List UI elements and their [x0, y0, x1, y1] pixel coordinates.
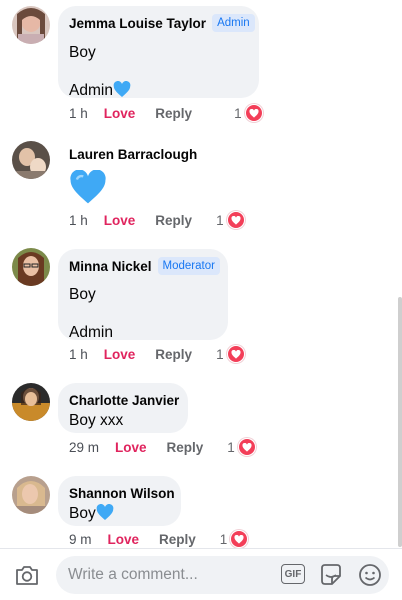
avatar[interactable]: [12, 6, 50, 44]
moderator-badge: Moderator: [157, 257, 220, 275]
comment-bubble[interactable]: Charlotte Janvier Boy xxx: [58, 383, 188, 433]
comment-author[interactable]: Jemma Louise Taylor: [69, 16, 206, 31]
heart-reaction-icon: [244, 104, 263, 122]
reply-button[interactable]: Reply: [155, 106, 192, 121]
comment-time[interactable]: 1 h: [69, 347, 88, 362]
comment-line: Boy: [69, 44, 96, 61]
love-button[interactable]: Love: [108, 532, 140, 547]
comment-actions: 1 h Love Reply 1: [69, 103, 263, 123]
comment-bubble[interactable]: Shannon Wilson Boy: [58, 476, 181, 526]
comment-time[interactable]: 29 m: [69, 440, 99, 455]
reaction-summary[interactable]: 1: [227, 438, 256, 456]
avatar[interactable]: [12, 383, 50, 421]
love-button[interactable]: Love: [104, 106, 136, 121]
comment-time[interactable]: 1 h: [69, 106, 88, 121]
comment-input[interactable]: [68, 566, 268, 584]
comment-time[interactable]: 1 h: [69, 213, 88, 228]
camera-icon[interactable]: [14, 563, 40, 587]
reaction-count: 1: [219, 531, 228, 547]
reaction-summary[interactable]: 1: [234, 104, 263, 122]
comment-text: Boy Admin: [69, 43, 247, 100]
comment-line: Boy: [69, 505, 96, 522]
comment-text: Boy xxx: [69, 412, 124, 429]
avatar[interactable]: [12, 248, 50, 286]
love-button[interactable]: Love: [115, 440, 147, 455]
sticker-icon[interactable]: [318, 562, 344, 588]
comment-bubble[interactable]: Minna Nickel Moderator Boy Admin: [58, 249, 228, 342]
blue-heart-icon: [113, 81, 131, 97]
comment-author[interactable]: Shannon Wilson: [69, 486, 175, 501]
reply-button[interactable]: Reply: [167, 440, 204, 455]
admin-badge: Admin: [212, 14, 255, 32]
reaction-summary[interactable]: 1: [216, 345, 245, 363]
comment-bubble[interactable]: Jemma Louise Taylor Admin Boy Admin: [58, 6, 259, 100]
comment-input-pill[interactable]: GIF: [56, 556, 389, 594]
comment-text: Boy: [69, 504, 169, 523]
heart-reaction-icon: [226, 211, 245, 229]
reaction-summary[interactable]: 1: [216, 211, 245, 229]
comment-body[interactable]: Lauren Barraclough: [69, 147, 197, 162]
avatar[interactable]: [12, 476, 50, 514]
love-button[interactable]: Love: [104, 347, 136, 362]
comment-author[interactable]: Charlotte Janvier: [69, 393, 179, 408]
gif-icon[interactable]: GIF: [281, 564, 305, 584]
blue-heart-icon: [70, 170, 106, 204]
comment-actions: 29 m Love Reply 1: [69, 437, 256, 457]
comment-actions: 1 h Love Reply 1: [69, 210, 245, 230]
reaction-summary[interactable]: 1: [220, 530, 249, 548]
avatar[interactable]: [12, 141, 50, 179]
comment-author[interactable]: Minna Nickel: [69, 259, 152, 274]
scrollbar[interactable]: [398, 297, 402, 547]
comment-actions: 1 h Love Reply 1: [69, 344, 245, 364]
blue-heart-icon: [96, 504, 114, 520]
comment-line: Boy: [69, 286, 96, 303]
comment-actions: 9 m Love Reply 1: [69, 529, 249, 549]
heart-reaction-icon: [237, 438, 256, 456]
comment-author[interactable]: Lauren Barraclough: [69, 147, 197, 162]
comment-line: Admin: [69, 324, 113, 341]
heart-reaction-icon: [226, 345, 245, 363]
reply-button[interactable]: Reply: [155, 213, 192, 228]
love-button[interactable]: Love: [104, 213, 136, 228]
reaction-count: 1: [234, 105, 242, 121]
reaction-count: 1: [216, 346, 224, 362]
reaction-count: 1: [216, 212, 224, 228]
heart-reaction-icon: [230, 530, 249, 548]
reply-button[interactable]: Reply: [155, 347, 192, 362]
comment-line: Admin: [69, 82, 113, 99]
comment-text: Boy Admin: [69, 285, 216, 342]
comment-composer: GIF: [0, 548, 402, 600]
reply-button[interactable]: Reply: [159, 532, 196, 547]
reaction-count: 1: [227, 439, 235, 455]
smiley-icon[interactable]: [358, 563, 382, 587]
comment-time[interactable]: 9 m: [69, 532, 92, 547]
